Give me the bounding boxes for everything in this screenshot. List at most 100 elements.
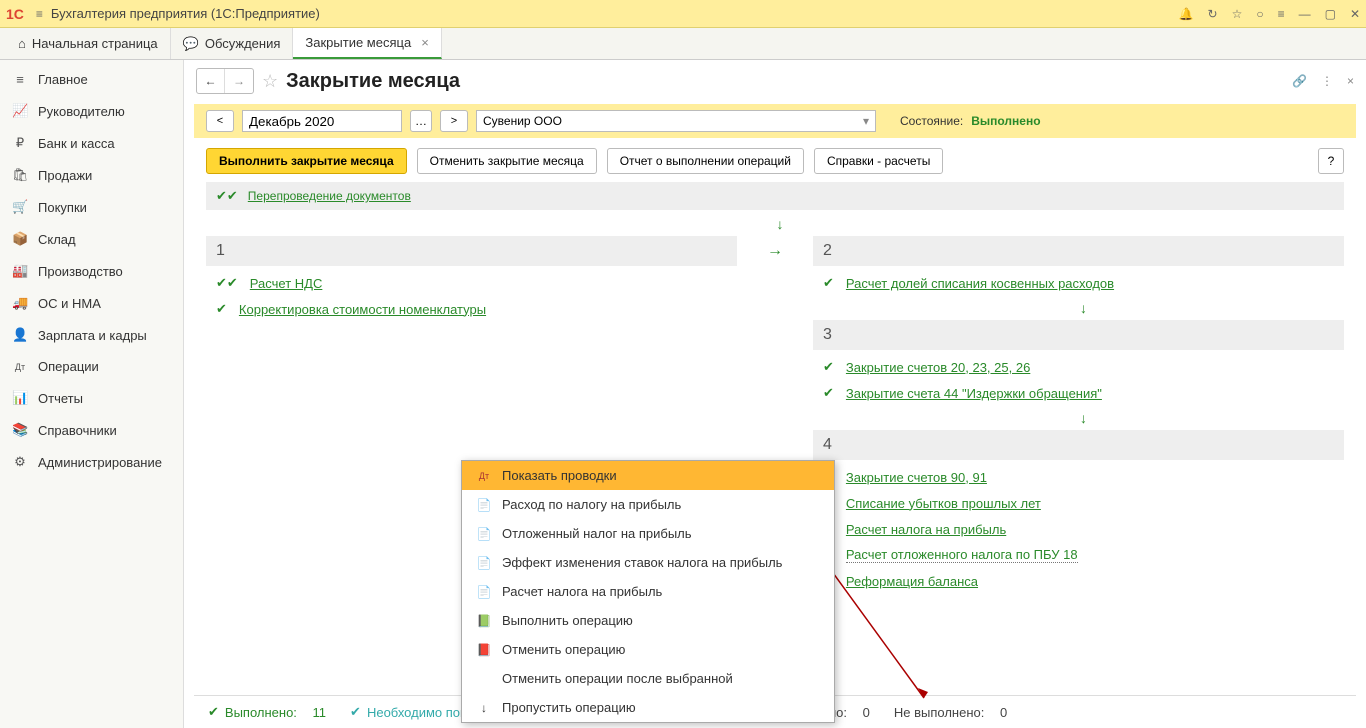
menu-label: Расчет налога на прибыль [502, 584, 662, 599]
sidebar-item-warehouse[interactable]: 📦 Склад [0, 223, 183, 255]
dtkt-icon: Дт [476, 471, 492, 481]
circle-icon[interactable]: ○ [1256, 7, 1263, 21]
bell-icon[interactable]: 🔔 [1179, 7, 1194, 21]
history-icon[interactable]: ↻ [1208, 7, 1218, 21]
op-link[interactable]: Закрытие счета 44 "Издержки обращения" [846, 386, 1102, 401]
sidebar-item-production[interactable]: 🏭 Производство [0, 255, 183, 287]
doc-icon: 📄 [476, 585, 492, 599]
organization-select[interactable]: Сувенир ООО ▾ [476, 110, 876, 132]
reprocess-row: ✔✔ Перепроведение документов [206, 182, 1344, 210]
more-icon[interactable]: ⋮ [1321, 74, 1333, 88]
nav-forward-button[interactable]: → [225, 69, 253, 93]
references-button[interactable]: Справки - расчеты [814, 148, 943, 174]
check-double-icon: ✔✔ [216, 188, 238, 204]
star-icon[interactable]: ☆ [1232, 7, 1243, 21]
sidebar-label: Производство [38, 264, 123, 279]
sidebar-label: Администрирование [38, 455, 162, 470]
sidebar-item-assets[interactable]: 🚚ОС и НМА [0, 287, 183, 319]
sidebar-item-purchases[interactable]: 🛒Покупки [0, 191, 183, 223]
sidebar-label: Операции [38, 359, 99, 374]
menu-profit-tax-calc[interactable]: 📄 Расчет налога на прибыль [462, 577, 834, 606]
op-link[interactable]: Списание убытков прошлых лет [846, 496, 1041, 511]
help-button[interactable]: ? [1318, 148, 1344, 174]
sidebar-item-main[interactable]: ≡Главное [0, 64, 183, 95]
menu-show-postings[interactable]: Дт Показать проводки [462, 461, 834, 490]
content-header: ← → ☆ Закрытие месяца 🔗 ⋮ × [184, 60, 1366, 102]
op-link[interactable]: Реформация баланса [846, 574, 978, 589]
reprocess-link[interactable]: Перепроведение документов [248, 189, 411, 203]
menu-cancel-op[interactable]: 📕 Отменить операцию [462, 635, 834, 664]
close-icon[interactable]: ✕ [1350, 7, 1360, 21]
op-link[interactable]: Закрытие счетов 90, 91 [846, 470, 987, 485]
action-bar: Выполнить закрытие месяца Отменить закры… [194, 140, 1356, 182]
tab-home[interactable]: ⌂ Начальная страница [6, 28, 171, 59]
menu-label: Показать проводки [502, 468, 617, 483]
menu-rate-change-effect[interactable]: 📄 Эффект изменения ставок налога на приб… [462, 548, 834, 577]
sidebar-label: Продажи [38, 168, 92, 183]
tab-close-icon[interactable]: × [421, 35, 429, 50]
ruble-icon: ₽ [12, 135, 28, 151]
menu-label: Отложенный налог на прибыль [502, 526, 692, 541]
sidebar-item-sales[interactable]: 🛍Продажи [0, 159, 183, 191]
sidebar-item-bank[interactable]: ₽ Банк и касса [0, 127, 183, 159]
sidebar-item-hr[interactable]: 👤Зарплата и кадры [0, 319, 183, 351]
op-item: ✔✔ Расчет НДС [206, 270, 737, 296]
chevron-down-icon: ▾ [863, 114, 869, 128]
tab-closing[interactable]: Закрытие месяца × [293, 28, 441, 59]
barchart-icon: 📊 [12, 390, 28, 406]
check-icon: ✔ [823, 359, 834, 375]
status-not-label: Не выполнено: [894, 705, 984, 720]
status-notdone: Не выполнено: 0 [894, 704, 1007, 720]
status-skip-value: 0 [863, 705, 870, 720]
period-next-button[interactable]: > [440, 110, 468, 132]
sidebar-label: Справочники [38, 423, 117, 438]
status-done-value: 11 [313, 705, 327, 720]
sidebar-label: Склад [38, 232, 76, 247]
menu-skip-op[interactable]: ↓ Пропустить операцию [462, 693, 834, 722]
sidebar-label: Банк и касса [38, 136, 115, 151]
minimize-icon[interactable]: — [1299, 7, 1311, 21]
op-item: ✔ Закрытие счетов 90, 91 [813, 464, 1344, 490]
link-icon[interactable]: 🔗 [1292, 74, 1307, 88]
sidebar-item-manager[interactable]: 📈Руководителю [0, 95, 183, 127]
op-item: ✔ Закрытие счета 44 "Издержки обращения" [813, 380, 1344, 406]
op-link[interactable]: Закрытие счетов 20, 23, 25, 26 [846, 360, 1030, 375]
op-link[interactable]: Расчет НДС [250, 276, 323, 291]
sidebar-item-refs[interactable]: 📚 Справочники [0, 414, 183, 446]
op-link-deferred-tax[interactable]: Расчет отложенного налога по ПБУ 18 [846, 547, 1078, 563]
tab-discuss[interactable]: 💬 Обсуждения [171, 28, 294, 59]
sidebar-item-operations[interactable]: ДтОперации [0, 351, 183, 382]
sidebar-item-reports[interactable]: 📊Отчеты [0, 382, 183, 414]
sidebar-label: Покупки [38, 200, 87, 215]
op-link[interactable]: Расчет долей списания косвенных расходов [846, 276, 1114, 291]
factory-icon: 🏭 [12, 263, 28, 279]
period-prev-button[interactable]: < [206, 110, 234, 132]
sidebar-label: Зарплата и кадры [38, 328, 147, 343]
stage-4-header: 4 [813, 430, 1344, 460]
op-link[interactable]: Корректировка стоимости номенклатуры [239, 302, 486, 317]
menu-profit-tax-expense[interactable]: 📄 Расход по налогу на прибыль [462, 490, 834, 519]
main-icon: ≡ [12, 72, 28, 87]
menu-cancel-after[interactable]: Отменить операции после выбранной [462, 664, 834, 693]
cancel-closing-button[interactable]: Отменить закрытие месяца [417, 148, 597, 174]
period-input[interactable] [242, 110, 402, 132]
menu-execute-op[interactable]: 📗 Выполнить операцию [462, 606, 834, 635]
maximize-icon[interactable]: ▢ [1325, 7, 1336, 21]
sidebar-item-admin[interactable]: ⚙Администрирование [0, 446, 183, 478]
close-content-icon[interactable]: × [1347, 74, 1354, 88]
favorite-star-icon[interactable]: ☆ [262, 71, 278, 92]
filter-icon[interactable]: ≡ [1278, 7, 1285, 21]
menu-deferred-tax[interactable]: 📄 Отложенный налог на прибыль [462, 519, 834, 548]
report-button[interactable]: Отчет о выполнении операций [607, 148, 804, 174]
arrow-down-icon: ↓ [206, 212, 1344, 236]
menu-label: Пропустить операцию [502, 700, 636, 715]
op-link[interactable]: Расчет налога на прибыль [846, 522, 1006, 537]
execute-closing-button[interactable]: Выполнить закрытие месяца [206, 148, 407, 174]
books-icon: 📚 [12, 422, 28, 438]
box-icon: 📦 [12, 231, 28, 247]
check-icon: ✔ [823, 275, 834, 291]
check-icon: ✔ [350, 704, 361, 720]
period-picker-button[interactable]: … [410, 110, 432, 132]
nav-back-button[interactable]: ← [197, 69, 225, 93]
hamburger-icon[interactable]: ≡ [36, 7, 43, 21]
